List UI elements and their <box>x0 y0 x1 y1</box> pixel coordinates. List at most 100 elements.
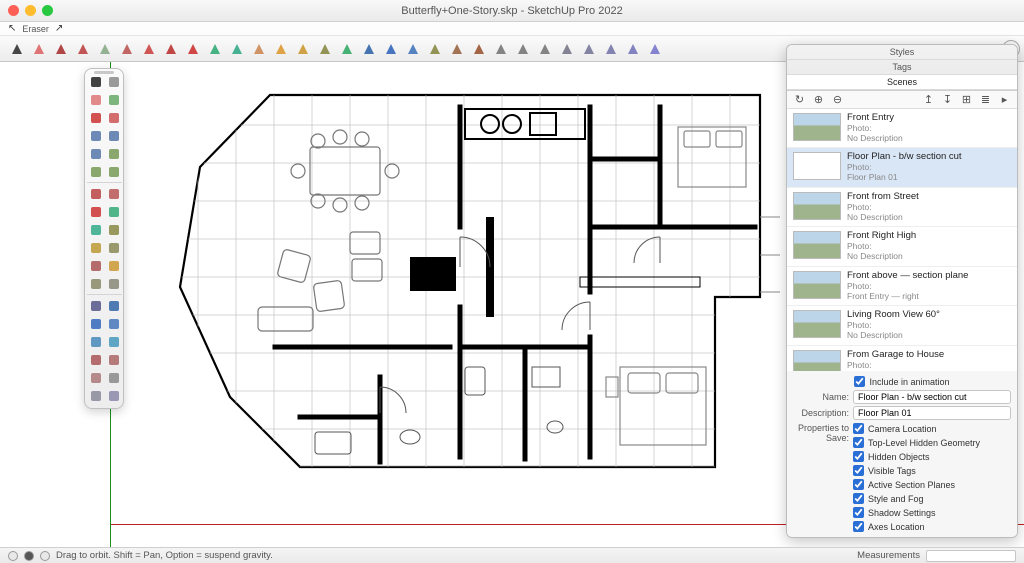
pushpull-icon[interactable] <box>87 185 104 202</box>
look-icon[interactable] <box>105 351 122 368</box>
extension-a-icon[interactable] <box>492 40 510 58</box>
tape-icon[interactable] <box>87 239 104 256</box>
geo-location-icon[interactable] <box>8 551 18 561</box>
walk-icon[interactable] <box>87 369 104 386</box>
orbit-icon[interactable] <box>105 297 122 314</box>
scene-prop-checkbox[interactable] <box>853 479 864 490</box>
scene-row[interactable]: From Garage to HousePhoto:No Description <box>787 346 1017 371</box>
zoom-window-button[interactable] <box>42 5 53 16</box>
close-window-button[interactable] <box>8 5 19 16</box>
rotate-icon[interactable] <box>105 203 122 220</box>
credits-icon[interactable] <box>24 551 34 561</box>
extension-d-icon[interactable] <box>558 40 576 58</box>
plugins-3-icon[interactable] <box>470 40 488 58</box>
rectangle-icon[interactable] <box>118 40 136 58</box>
move-icon[interactable] <box>184 40 202 58</box>
scene-prop-checkbox[interactable] <box>853 521 864 532</box>
scene-row[interactable]: Front from StreetPhoto:No Description <box>787 188 1017 227</box>
rotate-icon[interactable] <box>206 40 224 58</box>
zoom-icon[interactable] <box>382 40 400 58</box>
followme-icon[interactable] <box>105 221 122 238</box>
sandbox-b-icon[interactable] <box>87 387 104 404</box>
3dtext-icon[interactable] <box>105 275 122 292</box>
eraser-icon[interactable] <box>30 40 48 58</box>
shape-menu-icon[interactable] <box>96 40 114 58</box>
tool-palette[interactable] <box>84 68 124 409</box>
extension-c-icon[interactable] <box>536 40 554 58</box>
zoomwin-icon[interactable] <box>87 333 104 350</box>
arc2-icon[interactable] <box>87 163 104 180</box>
extension-h-icon[interactable] <box>646 40 664 58</box>
paint-bucket-icon[interactable] <box>316 40 334 58</box>
circle-icon[interactable] <box>105 127 122 144</box>
paint-icon[interactable] <box>105 91 122 108</box>
pie-icon[interactable] <box>105 163 122 180</box>
scene-row[interactable]: Floor Plan - b/w section cutPhoto:Floor … <box>787 148 1017 187</box>
sandbox-a-icon[interactable] <box>105 369 122 386</box>
include-in-animation-checkbox[interactable] <box>854 376 865 387</box>
freehand-icon[interactable] <box>105 109 122 126</box>
tape-measure-icon[interactable] <box>272 40 290 58</box>
update-scene-icon[interactable]: ↻ <box>793 93 806 106</box>
plugins-2-icon[interactable] <box>448 40 466 58</box>
text-label-icon[interactable] <box>294 40 312 58</box>
scene-move-down-icon[interactable]: ↧ <box>941 93 954 106</box>
move-icon[interactable] <box>87 203 104 220</box>
scene-name-input[interactable] <box>853 390 1011 404</box>
scene-row[interactable]: Living Room View 60°Photo:No Description <box>787 306 1017 345</box>
text-icon[interactable] <box>87 275 104 292</box>
add-scene-icon[interactable]: ⊕ <box>812 93 825 106</box>
scene-prop-checkbox[interactable] <box>853 465 864 476</box>
zoomext-icon[interactable] <box>105 333 122 350</box>
scale-icon[interactable] <box>228 40 246 58</box>
scene-prop-checkbox[interactable] <box>853 507 864 518</box>
scene-prop-checkbox[interactable] <box>853 437 864 448</box>
lasso-icon[interactable] <box>105 73 122 90</box>
extension-g-icon[interactable] <box>624 40 642 58</box>
scene-row[interactable]: Front above — section planePhoto:Front E… <box>787 267 1017 306</box>
tab-styles[interactable]: Styles <box>787 45 1017 60</box>
push-pull-icon[interactable] <box>140 40 158 58</box>
extension-e-icon[interactable] <box>580 40 598 58</box>
scene-view-list-icon[interactable]: ≣ <box>979 93 992 106</box>
scene-menu-icon[interactable]: ▸ <box>998 93 1011 106</box>
scene-row[interactable]: Front EntryPhoto:No Description <box>787 109 1017 148</box>
axes-icon[interactable] <box>87 257 104 274</box>
scene-move-up-icon[interactable]: ↥ <box>922 93 935 106</box>
arc-icon[interactable] <box>74 40 92 58</box>
scene-desc-input[interactable] <box>853 406 1011 420</box>
tab-scenes[interactable]: Scenes <box>787 75 1017 90</box>
select-icon[interactable] <box>87 73 104 90</box>
scene-row[interactable]: Front Right HighPhoto:No Description <box>787 227 1017 266</box>
sandbox-c-icon[interactable] <box>105 387 122 404</box>
offset-icon[interactable] <box>105 185 122 202</box>
scene-prop-checkbox[interactable] <box>853 423 864 434</box>
scale-icon[interactable] <box>87 221 104 238</box>
profile-icon[interactable] <box>40 551 50 561</box>
extension-b-icon[interactable] <box>514 40 532 58</box>
position-cam-icon[interactable] <box>87 351 104 368</box>
zoom-extents-icon[interactable] <box>404 40 422 58</box>
remove-scene-icon[interactable]: ⊖ <box>831 93 844 106</box>
tab-tags[interactable]: Tags <box>787 60 1017 75</box>
select-arrow-icon[interactable] <box>8 40 26 58</box>
measurements-input[interactable] <box>926 550 1016 562</box>
dim-icon[interactable] <box>105 257 122 274</box>
line-icon[interactable] <box>87 109 104 126</box>
offset-icon[interactable] <box>162 40 180 58</box>
minimize-window-button[interactable] <box>25 5 36 16</box>
line-icon[interactable] <box>52 40 70 58</box>
scene-view-thumb-icon[interactable]: ⊞ <box>960 93 973 106</box>
section-icon[interactable] <box>87 297 104 314</box>
protractor-icon[interactable] <box>105 239 122 256</box>
scenes-list[interactable]: Front EntryPhoto:No DescriptionFloor Pla… <box>787 109 1017 371</box>
scenes-panel[interactable]: Styles Tags Scenes ↻ ⊕ ⊖ ↥ ↧ ⊞ ≣ ▸ Front… <box>786 44 1018 538</box>
extension-f-icon[interactable] <box>602 40 620 58</box>
pan-icon[interactable] <box>360 40 378 58</box>
pan-icon[interactable] <box>87 315 104 332</box>
rectangle-icon[interactable] <box>87 127 104 144</box>
scene-prop-checkbox[interactable] <box>853 451 864 462</box>
scene-prop-checkbox[interactable] <box>853 493 864 504</box>
polygon-icon[interactable] <box>87 145 104 162</box>
plugins-1-icon[interactable] <box>426 40 444 58</box>
